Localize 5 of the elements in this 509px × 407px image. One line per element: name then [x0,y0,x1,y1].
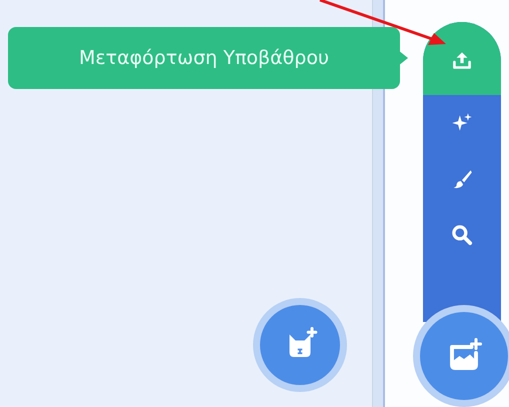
menu-item[interactable] [423,22,501,95]
choose-sprite-button[interactable] [260,305,340,385]
choose-backdrop-button[interactable] [420,312,508,400]
tooltip-pointer [398,50,410,66]
tooltip: Μεταφόρτωση Υποβάθρου [8,27,400,89]
